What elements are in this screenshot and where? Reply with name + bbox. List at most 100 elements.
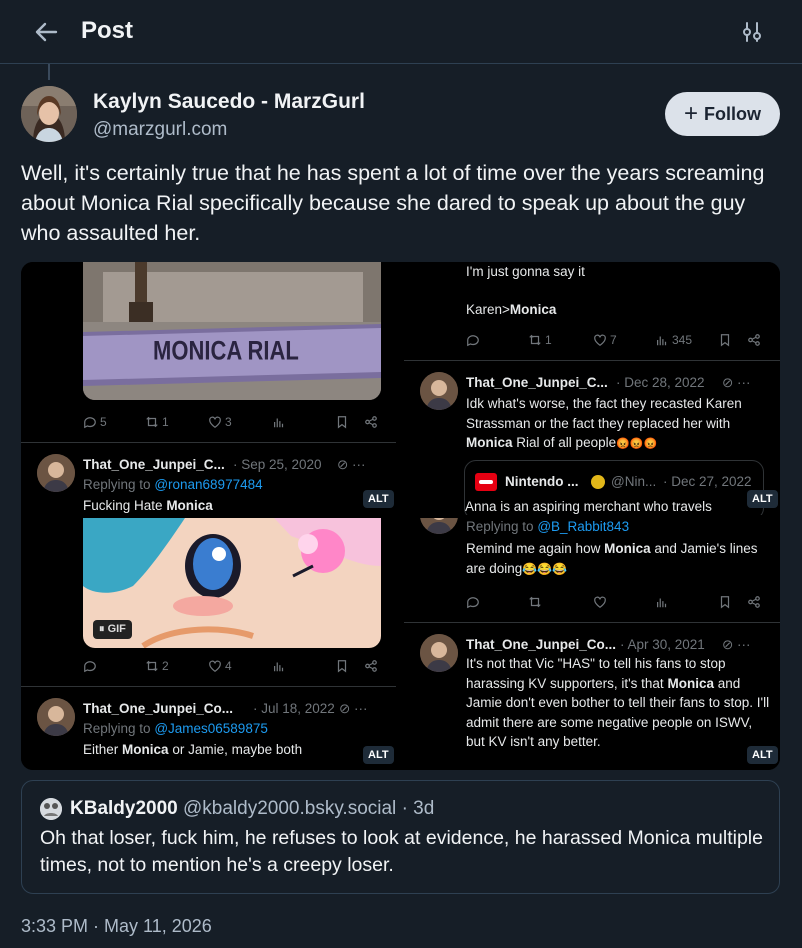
like-icon-wrap[interactable] bbox=[593, 595, 610, 609]
tweet-actions: 5 1 3 bbox=[21, 412, 396, 434]
bookmark-icon-wrap[interactable] bbox=[335, 659, 352, 673]
share-icon bbox=[748, 596, 760, 608]
tweet-text: It's not that Vic "HAS" to tell his fans… bbox=[466, 656, 770, 749]
repost-icon bbox=[529, 596, 541, 608]
like-count[interactable]: 4 bbox=[208, 659, 232, 673]
divider bbox=[404, 360, 780, 361]
quoted-text: Anna is an aspiring merchant who travels bbox=[465, 499, 712, 514]
quoted-post[interactable]: KBaldy2000 @kbaldy2000.bsky.social · 3d … bbox=[21, 780, 780, 894]
thread-connector bbox=[48, 64, 50, 80]
image-3[interactable]: ⏸︎ GIF 2 4 That_One_Junpei_Co... · Jul 1… bbox=[21, 518, 396, 770]
like-count[interactable]: 7 bbox=[593, 333, 617, 347]
tweet-text: Either Monica or Jamie, maybe both bbox=[83, 742, 303, 757]
share-icon-wrap[interactable] bbox=[747, 333, 764, 347]
bookmark-icon bbox=[337, 416, 347, 429]
repost-icon-wrap[interactable] bbox=[528, 595, 545, 609]
pause-icon: ⏸︎ bbox=[99, 623, 105, 635]
tweet-text-top: Remind me again how Monica and Jamie's l… bbox=[466, 541, 758, 576]
share-icon bbox=[748, 334, 760, 346]
tweet-text-top-2: Karen>Monica bbox=[466, 302, 557, 317]
quoted-name: Nintendo ... bbox=[505, 474, 579, 489]
repost-count[interactable]: 2 bbox=[145, 659, 169, 673]
tweet-actions: 2 4 bbox=[21, 656, 396, 678]
reply-icon-wrap[interactable] bbox=[466, 595, 483, 609]
repost-icon bbox=[146, 416, 158, 428]
image-2[interactable]: I'm just gonna say it Karen>Monica 1 7 3… bbox=[404, 262, 780, 515]
heart-icon bbox=[209, 660, 221, 672]
author-handle[interactable]: @marzgurl.com bbox=[93, 117, 227, 143]
alt-badge[interactable]: ALT bbox=[747, 490, 778, 508]
alt-badge[interactable]: ALT bbox=[747, 746, 778, 764]
quoted-handle: @Nin... bbox=[611, 474, 657, 489]
views-icon bbox=[274, 662, 284, 672]
tweet-author-name: That_One_Junpei_Co... bbox=[466, 637, 617, 652]
tweet-date: · Jul 18, 2022 bbox=[253, 701, 335, 716]
grok-icon: ⊘ ··· bbox=[722, 637, 751, 652]
tweet-avatar bbox=[37, 698, 75, 736]
alt-badge[interactable]: ALT bbox=[363, 490, 394, 508]
bookmark-icon bbox=[337, 660, 347, 673]
alt-badge[interactable]: ALT bbox=[363, 746, 394, 764]
tweet-text: Fucking Hate Monica bbox=[83, 498, 213, 513]
share-icon bbox=[365, 660, 377, 672]
post-text: Well, it's certainly true that he has sp… bbox=[21, 161, 765, 245]
bookmark-icon bbox=[720, 334, 730, 347]
image-4[interactable]: Replying to @B_Rabbit843 Remind me again… bbox=[404, 518, 780, 770]
divider bbox=[21, 442, 396, 443]
follow-button[interactable]: + Follow bbox=[665, 92, 780, 136]
page-title: Post bbox=[81, 17, 134, 44]
quote-author-avatar bbox=[40, 798, 62, 820]
views-icon bbox=[657, 598, 667, 608]
tweet-avatar bbox=[37, 454, 75, 492]
tweet-avatar bbox=[420, 518, 458, 534]
reply-icon-wrap[interactable] bbox=[466, 333, 483, 347]
views-icon-wrap[interactable] bbox=[655, 595, 672, 609]
bookmark-icon-wrap[interactable] bbox=[718, 595, 735, 609]
arrow-left-icon bbox=[35, 22, 58, 42]
tweet-date: · Apr 30, 2021 bbox=[620, 637, 705, 652]
views-count[interactable]: 345 bbox=[655, 333, 692, 347]
tweet-actions: 1 7 345 bbox=[404, 330, 780, 352]
tweet-author-name: That_One_Junpei_C... bbox=[83, 457, 225, 472]
share-icon-wrap[interactable] bbox=[747, 595, 764, 609]
bookmark-icon-wrap[interactable] bbox=[335, 415, 352, 429]
thread-settings-button[interactable] bbox=[736, 16, 768, 48]
author-avatar[interactable] bbox=[21, 86, 77, 142]
verified-badge-icon bbox=[591, 475, 605, 489]
replying-line: Replying to @James06589875 bbox=[83, 721, 268, 736]
divider bbox=[21, 686, 396, 687]
share-icon-wrap[interactable] bbox=[364, 659, 381, 673]
tweet-date: · Sep 25, 2020 bbox=[233, 457, 322, 472]
bookmark-icon-wrap[interactable] bbox=[718, 333, 735, 347]
repost-count[interactable]: 1 bbox=[528, 333, 552, 347]
follow-label: Follow bbox=[704, 103, 761, 124]
grok-icon: ⊘ ··· bbox=[339, 701, 368, 716]
views-icon-wrap[interactable] bbox=[272, 415, 289, 429]
tweet-avatar bbox=[420, 372, 458, 410]
reply-count[interactable]: 5 bbox=[83, 415, 107, 429]
tweet-avatar bbox=[420, 634, 458, 672]
post-timestamp: 3:33 PM · May 11, 2026 bbox=[21, 916, 212, 936]
image-1[interactable]: MONICA RIAL 5 1 3 That_One_Junpei_C... ·… bbox=[21, 262, 396, 515]
gif-badge[interactable]: ⏸︎ GIF bbox=[93, 620, 132, 639]
back-button[interactable] bbox=[30, 16, 62, 48]
quoted-date: · Dec 27, 2022 bbox=[663, 474, 752, 489]
share-icon-wrap[interactable] bbox=[364, 415, 381, 429]
grok-icon: ⊘ ··· bbox=[722, 375, 751, 390]
quote-text: Oh that loser, fuck him, he refuses to l… bbox=[40, 827, 763, 876]
bookmark-icon bbox=[720, 596, 730, 609]
repost-count[interactable]: 1 bbox=[145, 415, 169, 429]
views-icon-wrap[interactable] bbox=[272, 659, 289, 673]
reply-icon bbox=[84, 661, 96, 673]
plus-icon: + bbox=[683, 100, 698, 127]
views-icon bbox=[657, 336, 667, 346]
share-icon bbox=[365, 416, 377, 428]
quoted-tweet[interactable]: Nintendo ... @Nin... · Dec 27, 2022 Anna… bbox=[464, 460, 764, 515]
divider bbox=[404, 622, 780, 623]
heart-icon bbox=[594, 596, 606, 608]
reply-icon-wrap[interactable] bbox=[83, 659, 100, 673]
reply-icon bbox=[467, 335, 479, 347]
like-count[interactable]: 3 bbox=[208, 415, 232, 429]
author-display-name[interactable]: Kaylyn Saucedo - MarzGurl bbox=[93, 88, 365, 116]
reply-icon bbox=[467, 597, 479, 609]
